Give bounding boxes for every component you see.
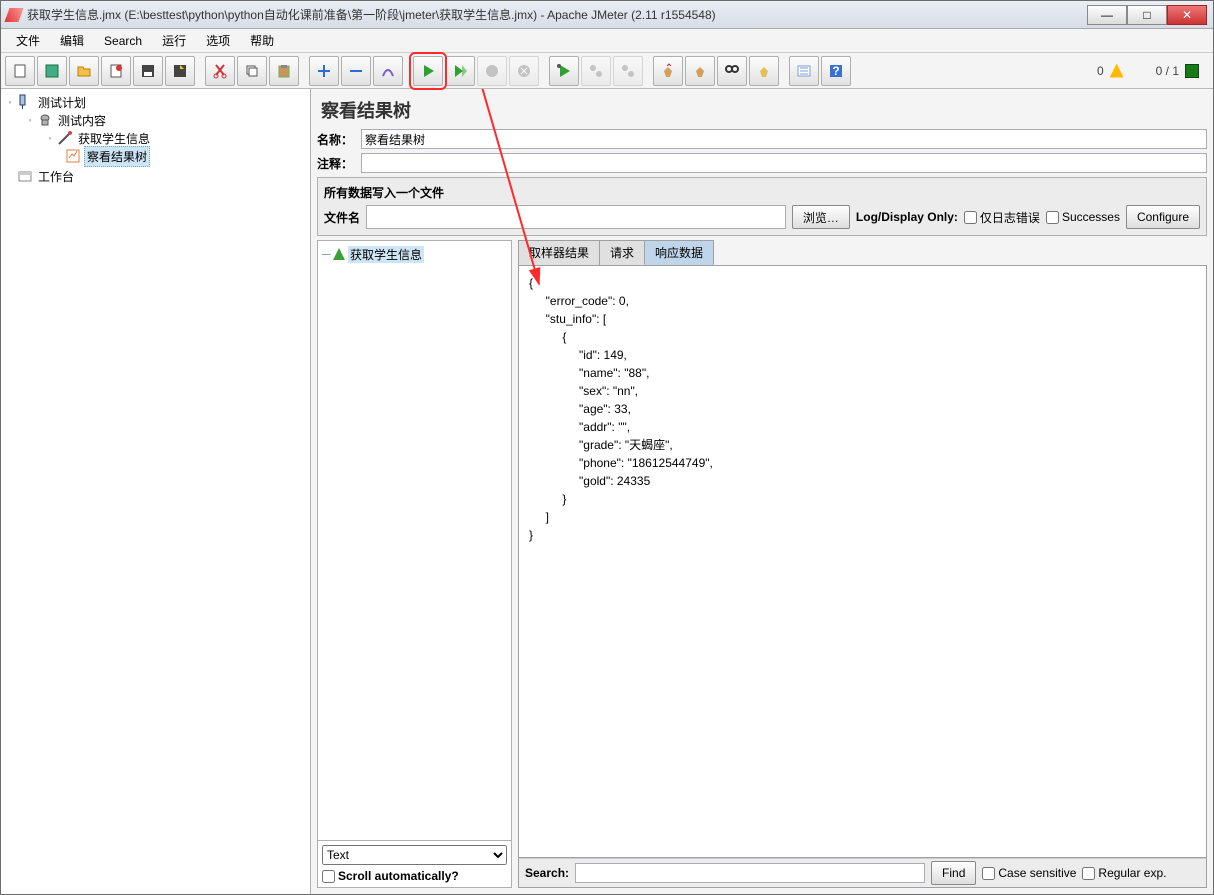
templates-button[interactable] [37, 56, 67, 86]
window-controls: — □ ✕ [1087, 5, 1207, 25]
menu-bar: 文件 编辑 Search 运行 选项 帮助 [1, 29, 1213, 53]
stop-button[interactable] [477, 56, 507, 86]
remote-stop-button[interactable] [581, 56, 611, 86]
name-label: 名称： [317, 131, 357, 148]
shutdown-button[interactable] [509, 56, 539, 86]
search-toolbar-button[interactable] [717, 56, 747, 86]
errors-only-checkbox[interactable]: 仅日志错误 [964, 209, 1040, 226]
sampler-icon [57, 130, 73, 146]
close-file-button[interactable] [101, 56, 131, 86]
menu-options[interactable]: 选项 [196, 29, 240, 52]
menu-search[interactable]: Search [94, 31, 152, 51]
remote-shutdown-button[interactable] [613, 56, 643, 86]
clear-all-button[interactable] [685, 56, 715, 86]
thread-count: 0 / 1 [1156, 64, 1179, 78]
new-button[interactable] [5, 56, 35, 86]
content-area: ◦ 测试计划 ◦ 测试内容 ◦ 获取学生信息 察看结果树 ◦ 工作台 [1, 89, 1213, 894]
cut-button[interactable] [205, 56, 235, 86]
success-icon [333, 248, 345, 260]
start-button[interactable] [413, 56, 443, 86]
tab-sampler-result[interactable]: 取样器结果 [518, 240, 600, 265]
toggle-button[interactable] [373, 56, 403, 86]
tree-pane[interactable]: ◦ 测试计划 ◦ 测试内容 ◦ 获取学生信息 察看结果树 ◦ 工作台 [1, 89, 311, 894]
open-button[interactable] [69, 56, 99, 86]
expand-button[interactable] [309, 56, 339, 86]
clear-button[interactable] [653, 56, 683, 86]
filename-input[interactable] [366, 205, 786, 229]
save-button[interactable] [133, 56, 163, 86]
result-tabs: 取样器结果 请求 响应数据 [518, 240, 1207, 265]
menu-file[interactable]: 文件 [6, 29, 50, 52]
reset-search-button[interactable] [749, 56, 779, 86]
successes-checkbox[interactable]: Successes [1046, 210, 1120, 224]
write-results-title: 所有数据写入一个文件 [324, 184, 1200, 201]
threadgroup-icon [37, 112, 53, 128]
find-button[interactable]: Find [931, 861, 976, 885]
menu-help[interactable]: 帮助 [240, 29, 284, 52]
case-sensitive-checkbox[interactable]: Case sensitive [982, 866, 1076, 880]
response-body[interactable]: { "error_code": 0, "stu_info": [ { "id":… [518, 265, 1207, 858]
help-button[interactable]: ? [821, 56, 851, 86]
write-results-panel: 所有数据写入一个文件 文件名 浏览… Log/Display Only: 仅日志… [317, 177, 1207, 236]
paste-button[interactable] [269, 56, 299, 86]
sample-result-item[interactable]: ─ 获取学生信息 [322, 245, 507, 263]
renderer-select[interactable]: Text [322, 845, 507, 865]
warning-icon [1110, 64, 1124, 78]
log-display-label: Log/Display Only: [856, 210, 958, 224]
filename-label: 文件名 [324, 209, 360, 226]
search-input[interactable] [575, 863, 925, 883]
results-area: ─ 获取学生信息 Text Scroll automatically? [317, 240, 1207, 888]
window-title: 获取学生信息.jmx (E:\besttest\python\python自动化… [27, 6, 1087, 23]
name-input[interactable] [361, 129, 1207, 149]
tree-toggle-icon[interactable]: ◦ [25, 115, 35, 125]
search-bar: Search: Find Case sensitive Regular exp. [518, 858, 1207, 888]
search-label: Search: [525, 866, 569, 880]
configure-button[interactable]: Configure [1126, 205, 1200, 229]
tree-root[interactable]: 测试计划 [36, 93, 88, 112]
running-indicator-icon [1185, 64, 1199, 78]
warn-count: 0 [1097, 64, 1104, 78]
minimize-button[interactable]: — [1087, 5, 1127, 25]
menu-run[interactable]: 运行 [152, 29, 196, 52]
collapse-button[interactable] [341, 56, 371, 86]
tree-workbench[interactable]: 工作台 [36, 167, 76, 186]
browse-button[interactable]: 浏览… [792, 205, 850, 229]
main-pane: 察看结果树 名称： 注释： 所有数据写入一个文件 文件名 浏览… Log/Dis… [311, 89, 1213, 894]
regex-checkbox[interactable]: Regular exp. [1082, 866, 1166, 880]
tab-request[interactable]: 请求 [599, 240, 645, 265]
menu-edit[interactable]: 编辑 [50, 29, 94, 52]
close-button[interactable]: ✕ [1167, 5, 1207, 25]
sample-result-label: 获取学生信息 [348, 246, 424, 263]
remote-start-button[interactable] [549, 56, 579, 86]
tab-response-data[interactable]: 响应数据 [644, 240, 714, 265]
workbench-icon [17, 168, 33, 184]
samples-tree: ─ 获取学生信息 Text Scroll automatically? [317, 240, 512, 888]
save-as-button[interactable] [165, 56, 195, 86]
tree-toggle-icon[interactable]: ◦ [45, 133, 55, 143]
scroll-auto-checkbox[interactable]: Scroll automatically? [322, 869, 507, 883]
comment-input[interactable] [361, 153, 1207, 173]
app-window: 获取学生信息.jmx (E:\besttest\python\python自动化… [0, 0, 1214, 895]
toolbar-status: 0 0 / 1 [1097, 64, 1209, 78]
testplan-icon [17, 94, 33, 110]
svg-text:?: ? [832, 64, 839, 78]
function-helper-button[interactable] [789, 56, 819, 86]
tree-toggle-icon[interactable]: ◦ [5, 97, 15, 107]
maximize-button[interactable]: □ [1127, 5, 1167, 25]
comment-label: 注释： [317, 155, 357, 172]
toolbar: ? 0 0 / 1 [1, 53, 1213, 89]
listener-icon [65, 148, 81, 164]
page-title: 察看结果树 [317, 95, 1207, 125]
title-bar: 获取学生信息.jmx (E:\besttest\python\python自动化… [1, 1, 1213, 29]
tree-threadgroup[interactable]: 测试内容 [56, 111, 108, 130]
start-no-pause-button[interactable] [445, 56, 475, 86]
result-detail: 取样器结果 请求 响应数据 { "error_code": 0, "stu_in… [518, 240, 1207, 888]
tree-listener[interactable]: 察看结果树 [84, 146, 150, 167]
app-icon [4, 8, 23, 22]
copy-button[interactable] [237, 56, 267, 86]
